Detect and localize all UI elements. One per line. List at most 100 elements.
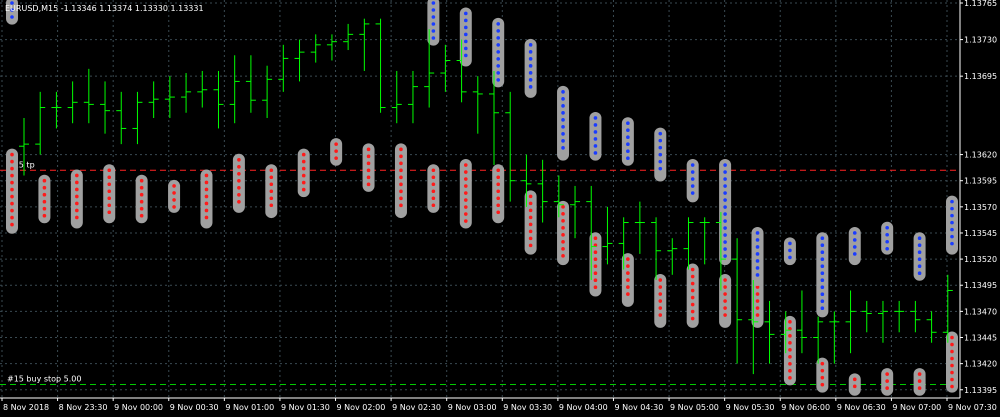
sell-marker-dot (950, 335, 954, 340)
sell-marker-dot (301, 166, 306, 171)
time-tick-label: 9 Nov 01:00 (225, 403, 274, 412)
sell-marker-dot (626, 257, 630, 261)
sell-marker-dot (366, 175, 371, 180)
sell-marker-dot (658, 292, 663, 296)
buy-marker-dot (431, 29, 436, 33)
buy-marker-dot (788, 255, 792, 260)
sell-marker-dot (820, 361, 825, 366)
buy-marker-dot (626, 128, 630, 133)
buy-marker-dot (561, 139, 565, 143)
sell-marker-dot (593, 236, 598, 240)
sell-marker-dot (107, 203, 112, 208)
price-tick-label: 1.13595 (964, 177, 997, 186)
sell-marker-dot (75, 194, 79, 199)
buy-marker-dot (723, 240, 727, 244)
sell-marker-dot (690, 281, 695, 286)
sell-marker-dot (658, 306, 663, 310)
sell-marker-dot (690, 309, 695, 314)
buy-marker-dot (788, 248, 792, 253)
sell-marker-dot (269, 168, 274, 173)
sell-marker-dot (690, 267, 695, 272)
sell-marker-dot (269, 196, 274, 201)
buy-marker-dot (561, 146, 565, 150)
buy-marker-dot (593, 123, 598, 127)
sell-marker-dot (463, 212, 468, 216)
sell-marker-dot (399, 154, 403, 159)
sell-marker-dot (237, 193, 241, 197)
sell-marker-dot (10, 187, 14, 192)
time-tick-label: 9 Nov 00:30 (170, 403, 219, 412)
sell-marker-dot (885, 386, 889, 390)
sell-marker-dot (204, 187, 209, 192)
buy-marker-dot (820, 271, 825, 276)
buy-marker-dot (820, 257, 825, 262)
buy-marker-dot (917, 271, 922, 276)
sell-marker-dot (75, 173, 79, 178)
buy-marker-dot (917, 257, 922, 262)
price-chart[interactable]: #15 tp#15 buy stop 5.00 1.137651.137301.… (0, 0, 1000, 417)
sell-marker-dot (463, 170, 468, 174)
sell-marker-dot (139, 199, 144, 204)
sell-marker-dot (788, 376, 792, 380)
time-tick-label: 8 Nov 23:30 (59, 403, 108, 412)
sell-marker-dot (42, 206, 47, 211)
buy-marker-dot (561, 132, 565, 136)
sell-marker-dot (463, 184, 468, 188)
buy-marker-dot (950, 213, 954, 218)
sell-marker-dot (269, 182, 274, 187)
buy-marker-dot (431, 15, 436, 19)
sell-marker-dot (820, 375, 825, 380)
buy-marker-dot (528, 85, 533, 89)
sell-marker-dot (107, 210, 112, 215)
sell-marker-dot (10, 222, 14, 227)
buy-marker-dot (496, 71, 501, 75)
sell-marker-dot (75, 208, 79, 213)
sell-marker-dot (723, 306, 727, 310)
buy-marker-dot (496, 43, 501, 47)
buy-marker-dot (463, 11, 468, 16)
buy-marker-dot (496, 78, 501, 82)
sell-marker-dot (431, 175, 436, 180)
sell-marker-dot (561, 212, 565, 216)
sell-marker-dot (334, 149, 338, 153)
sell-marker-dot (723, 292, 727, 296)
sell-marker-dot (755, 292, 760, 296)
sell-marker-dot (334, 156, 338, 160)
buy-marker-dot (528, 57, 533, 61)
sell-marker-dot (593, 278, 598, 283)
sell-marker-dot (528, 201, 533, 206)
buy-marker-dot (690, 163, 695, 167)
sell-marker-halo (492, 164, 505, 224)
symbol-header: EURUSD,M15 -1.13346 1.13374 1.13330 1.13… (5, 4, 204, 13)
sell-marker-dot (593, 250, 598, 254)
sell-marker-dot (561, 254, 565, 258)
buy-marker-dot (755, 231, 760, 235)
sell-marker-dot (204, 208, 209, 213)
sell-marker-dot (496, 210, 501, 215)
buy-marker-dot (852, 252, 857, 256)
sell-marker-dot (399, 175, 403, 180)
sell-marker-dot (42, 192, 47, 197)
buy-marker-dot (723, 198, 727, 202)
buy-marker-dot (755, 266, 760, 270)
sell-marker-dot (139, 185, 144, 190)
buy-marker-dot (723, 170, 727, 174)
sell-marker-dot (366, 154, 371, 159)
sell-marker-dot (10, 215, 14, 220)
sell-marker-dot (593, 264, 598, 269)
sell-marker-dot (626, 271, 630, 275)
time-tick-label: 9 Nov 04:00 (559, 403, 608, 412)
sell-marker-dot (561, 219, 565, 223)
price-tick-label: 1.13470 (964, 307, 997, 316)
buy-marker-dot (593, 144, 598, 148)
buy-marker-dot (820, 264, 825, 269)
buy-marker-dot (852, 238, 857, 242)
sell-marker-dot (788, 369, 792, 373)
sell-marker-dot (593, 285, 598, 290)
time-tick-label: 9 Nov 02:00 (337, 403, 386, 412)
buy-marker-dot (528, 64, 533, 68)
sell-marker-dot (593, 271, 598, 276)
price-tick-label: 1.13695 (964, 72, 997, 81)
sell-marker-dot (42, 213, 47, 218)
buy-marker-dot (528, 71, 533, 75)
